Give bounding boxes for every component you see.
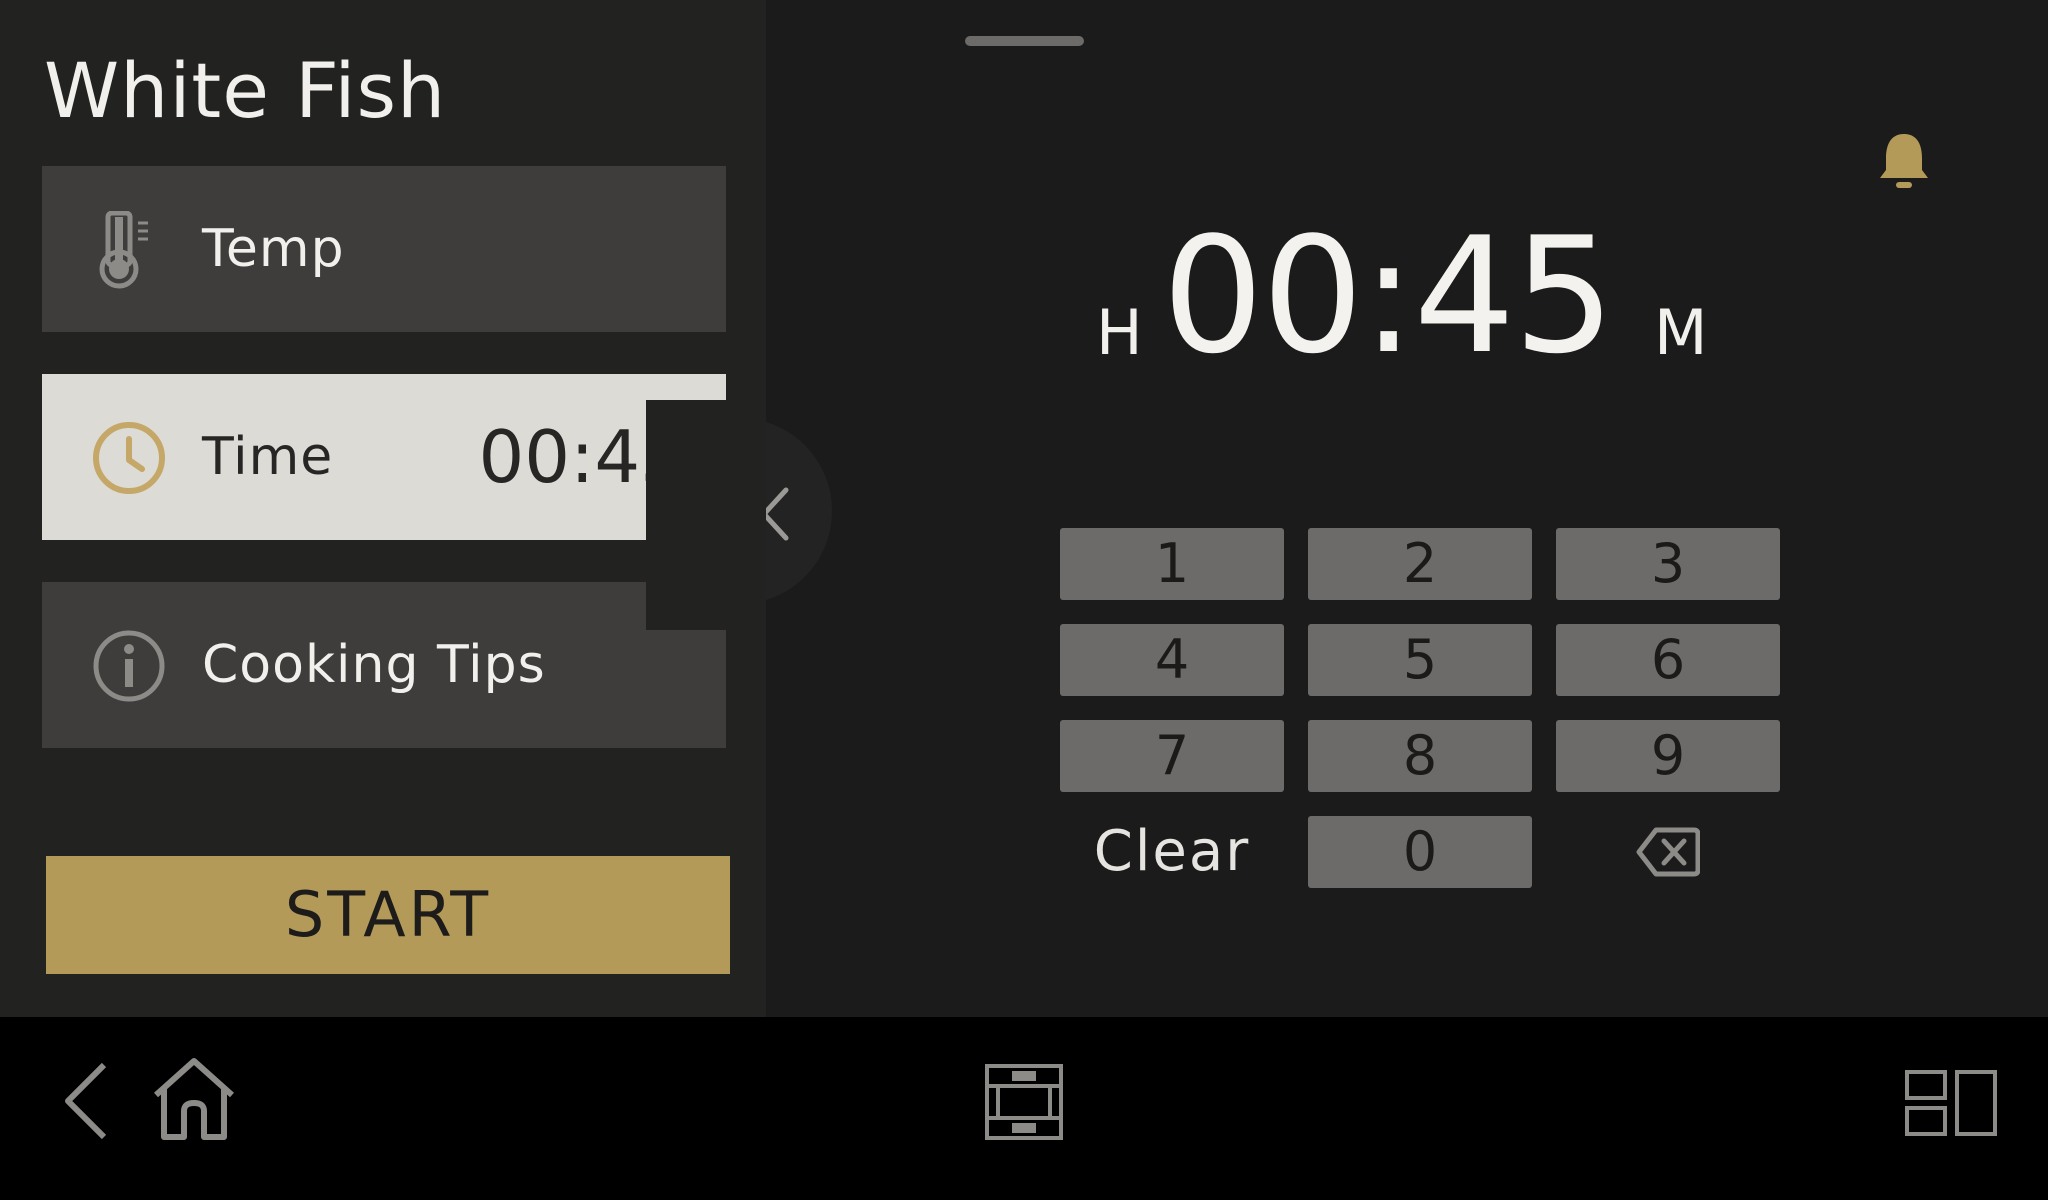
key-3[interactable]: 3 [1556,528,1780,600]
start-button[interactable]: START [46,856,730,974]
time-label: Time [202,427,334,487]
recipe-title: White Fish [44,46,447,135]
back-arrow-icon[interactable] [62,1061,112,1145]
key-6[interactable]: 6 [1556,624,1780,696]
timer-value: 00:45 [1162,202,1615,389]
timer-display: H 00:45 M [1096,202,1736,389]
key-7[interactable]: 7 [1060,720,1284,792]
hours-unit: H [1096,296,1143,369]
temp-menu-item[interactable]: Temp [42,166,726,332]
info-icon [90,627,168,705]
thermometer-icon [90,210,168,289]
home-icon[interactable] [152,1057,236,1145]
key-1[interactable]: 1 [1060,528,1284,600]
cooking-tips-menu-item[interactable]: Cooking Tips [42,582,726,748]
temp-label: Temp [202,219,345,279]
time-menu-item[interactable]: Time 00:45 [42,374,726,540]
minutes-unit: M [1654,296,1708,369]
drag-handle[interactable] [965,36,1084,46]
tab-mask [646,400,766,630]
key-2[interactable]: 2 [1308,528,1532,600]
backspace-icon[interactable] [1636,826,1701,878]
oven-icon[interactable] [984,1063,1064,1145]
cooking-tips-label: Cooking Tips [202,635,546,695]
key-9[interactable]: 9 [1556,720,1780,792]
clear-key[interactable]: Clear [1060,816,1284,888]
key-5[interactable]: 5 [1308,624,1532,696]
clock-icon [90,419,168,497]
key-0[interactable]: 0 [1308,816,1532,888]
multiview-icon[interactable] [1904,1069,1998,1141]
key-4[interactable]: 4 [1060,624,1284,696]
bell-icon[interactable] [1876,130,1932,190]
system-nav-bar [0,1017,2048,1200]
key-8[interactable]: 8 [1308,720,1532,792]
